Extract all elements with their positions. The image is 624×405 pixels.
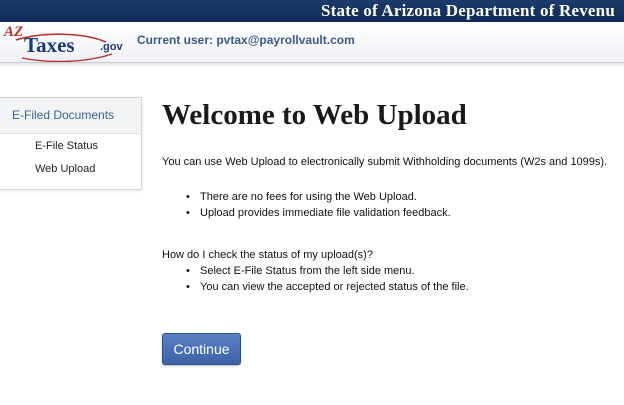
current-user-label: Current user: pvtax@payrollvault.com: [137, 33, 355, 47]
logo-az-text: AZ: [4, 24, 24, 40]
continue-button[interactable]: Continue: [162, 333, 241, 365]
list-item: Upload provides immediate file validatio…: [162, 205, 451, 221]
page-title: Welcome to Web Upload: [162, 99, 467, 131]
feature-list: There are no fees for using the Web Uplo…: [162, 189, 451, 221]
list-item: Select E-File Status from the left side …: [162, 263, 469, 279]
sidebar-heading: E-Filed Documents: [0, 98, 141, 134]
list-item: There are no fees for using the Web Uplo…: [162, 189, 451, 205]
sidebar-menu: E-Filed Documents E-File Status Web Uplo…: [0, 97, 142, 190]
logo-taxes-text: Taxes: [24, 33, 75, 57]
site-header: AZ Taxes .gov Current user: pvtax@payrol…: [0, 22, 624, 63]
status-question: How do I check the status of my upload(s…: [162, 249, 373, 261]
logo-gov-text: .gov: [100, 41, 123, 53]
aztaxes-logo[interactable]: AZ Taxes .gov: [2, 24, 130, 62]
sidebar-item-efile-status[interactable]: E-File Status: [0, 135, 141, 158]
agency-title: State of Arizona Department of Revenu: [321, 1, 615, 20]
list-item: You can view the accepted or rejected st…: [162, 279, 469, 295]
top-banner: State of Arizona Department of Revenu: [0, 0, 624, 23]
sidebar-item-web-upload[interactable]: Web Upload: [0, 158, 141, 181]
status-help-list: Select E-File Status from the left side …: [162, 263, 469, 295]
intro-text: You can use Web Upload to electronically…: [162, 156, 608, 168]
